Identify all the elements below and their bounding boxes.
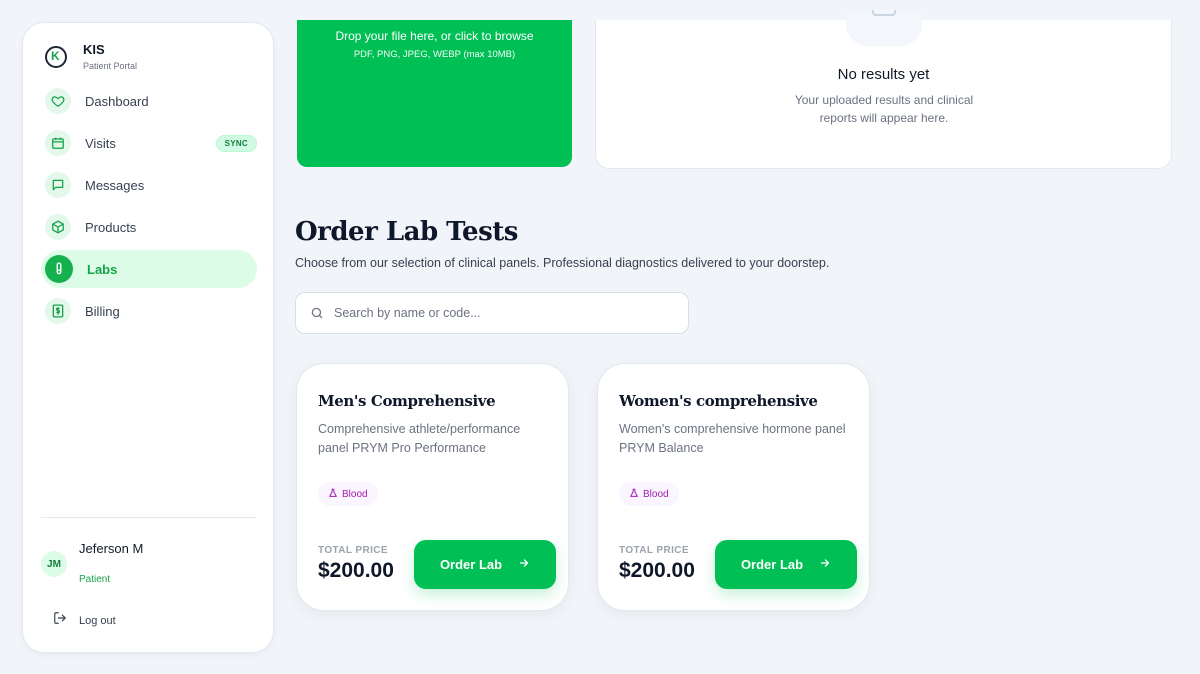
sidebar-divider [41, 517, 257, 518]
upload-title: Drop your file here, or click to browse [335, 29, 534, 43]
user-profile[interactable]: JM Jeferson M Patient [41, 541, 143, 585]
brand-logo: K [45, 46, 67, 68]
search-box[interactable] [295, 292, 689, 334]
card-title: Women's comprehensive [619, 392, 818, 410]
box-icon [45, 214, 71, 240]
brand[interactable]: K KIS Patient Portal [45, 43, 137, 71]
sidebar-item-label: Messages [85, 177, 145, 193]
test-tube-icon [45, 255, 73, 283]
brand-subtitle: Patient Portal [83, 61, 138, 71]
flask-icon [629, 485, 639, 503]
sidebar-nav: Dashboard Visits SYNC Messages Products [41, 82, 257, 334]
sidebar-item-billing[interactable]: Billing [41, 292, 257, 330]
order-lab-label: Order Lab [740, 557, 804, 572]
price-label: TOTAL PRICE [619, 545, 689, 556]
logout-button[interactable]: Log out [53, 611, 116, 630]
price-label: TOTAL PRICE [318, 545, 388, 556]
search-icon [310, 306, 324, 320]
heart-icon [45, 88, 71, 114]
sidebar-item-label: Labs [87, 261, 118, 277]
upload-dropzone[interactable]: Drop your file here, or click to browse … [297, 20, 572, 167]
card-description: Women's comprehensive hormone panel PRYM… [619, 422, 846, 455]
brand-logo-letter: K [51, 49, 60, 63]
order-lab-button[interactable]: Order Lab [414, 540, 556, 589]
sidebar-item-messages[interactable]: Messages [41, 166, 257, 204]
order-lab-button[interactable]: Order Lab [715, 540, 857, 589]
tag-label: Blood [643, 488, 669, 500]
card-description: Comprehensive athlete/performance panel … [318, 422, 521, 455]
logout-icon [53, 611, 67, 630]
sidebar-item-dashboard[interactable]: Dashboard [41, 82, 257, 120]
page-subtitle: Choose from our selection of clinical pa… [295, 256, 830, 270]
price-value: $200.00 [318, 559, 394, 582]
sidebar-item-visits[interactable]: Visits SYNC [41, 124, 257, 162]
user-role: Patient [79, 574, 111, 585]
sidebar-item-products[interactable]: Products [41, 208, 257, 246]
brand-name: KIS [83, 42, 105, 57]
sidebar-item-labs[interactable]: Labs [41, 250, 257, 288]
avatar: JM [41, 551, 67, 577]
sidebar-item-label: Products [85, 219, 137, 235]
blood-tag: Blood [619, 482, 679, 506]
upload-formats: PDF, PNG, JPEG, WEBP (max 10MB) [353, 49, 516, 60]
tag-label: Blood [342, 488, 368, 500]
arrow-right-icon [819, 557, 831, 572]
price-value: $200.00 [619, 559, 695, 582]
sidebar-item-label: Dashboard [85, 93, 149, 109]
lab-card-womens: Women's comprehensive Women's comprehens… [597, 363, 870, 611]
card-title: Men's Comprehensive [318, 392, 496, 410]
page-title: Order Lab Tests [295, 217, 518, 247]
sidebar-item-label: Visits [85, 135, 116, 151]
sync-badge: SYNC [215, 135, 257, 152]
document-icon [846, 10, 922, 46]
arrow-right-icon [518, 557, 530, 572]
results-card: No results yet Your uploaded results and… [595, 10, 1172, 169]
sidebar: K KIS Patient Portal Dashboard Visits SY… [22, 22, 274, 653]
message-icon [45, 172, 71, 198]
sidebar-item-label: Billing [85, 303, 120, 319]
user-name: Jeferson M [79, 541, 144, 556]
blood-tag: Blood [318, 482, 378, 506]
order-lab-label: Order Lab [439, 557, 503, 572]
results-empty-title: No results yet [837, 66, 930, 83]
search-input[interactable] [334, 306, 654, 320]
calendar-icon [45, 130, 71, 156]
dollar-receipt-icon [45, 298, 71, 324]
flask-icon [328, 485, 338, 503]
lab-card-mens: Men's Comprehensive Comprehensive athlet… [296, 363, 569, 611]
results-empty-subtitle: Your uploaded results and clinical repor… [794, 93, 974, 125]
logout-label: Log out [79, 614, 116, 627]
